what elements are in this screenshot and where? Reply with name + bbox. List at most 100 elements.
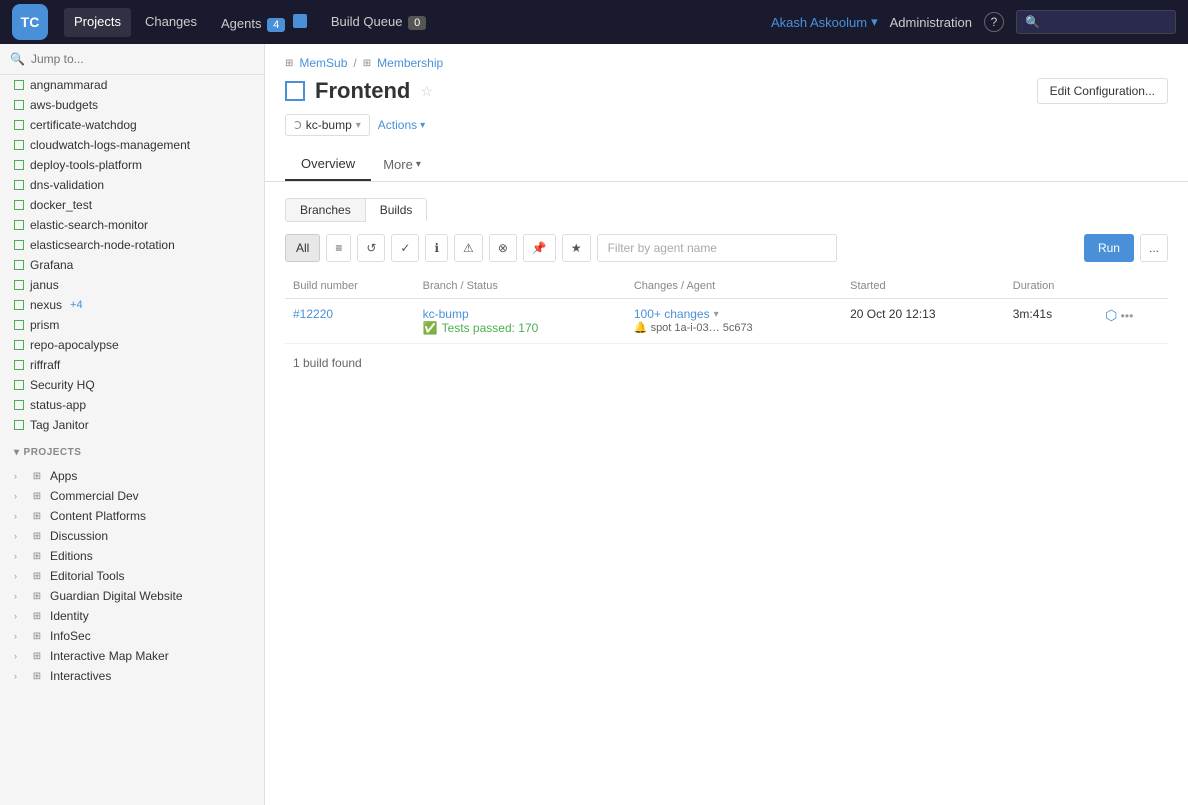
project-item[interactable]: › ⊞ Interactives: [0, 666, 264, 686]
project-item[interactable]: › ⊞ Content Platforms: [0, 506, 264, 526]
sidebar-search-input[interactable]: [31, 52, 254, 66]
sidebar-item[interactable]: repo-apocalypse: [0, 335, 264, 355]
breadcrumb-memsub[interactable]: MemSub: [299, 56, 347, 70]
sidebar-item-label: prism: [30, 318, 59, 332]
chevron-right-icon: ›: [14, 611, 24, 621]
projects-section: ▾ PROJECTS: [0, 435, 264, 466]
branch-icon: Ↄ: [294, 119, 302, 132]
sidebar-item[interactable]: riffraff: [0, 355, 264, 375]
filter-queued-button[interactable]: ≡: [326, 234, 351, 262]
inner-tabs: Branches Builds: [285, 198, 1168, 222]
project-item[interactable]: › ⊞ Guardian Digital Website: [0, 586, 264, 606]
project-item-label: Identity: [50, 609, 89, 623]
sidebar-item[interactable]: nexus +4: [0, 295, 264, 315]
nav-link-changes[interactable]: Changes: [135, 8, 207, 37]
sidebar: 🔍 angnammarad aws-budgets certificate-wa…: [0, 44, 265, 805]
sidebar-item[interactable]: Grafana: [0, 255, 264, 275]
filter-info-button[interactable]: ℹ: [425, 234, 448, 262]
sidebar-item[interactable]: Tag Janitor: [0, 415, 264, 435]
nav-logo[interactable]: TC: [12, 4, 48, 40]
project-grid-icon: ⊞: [30, 611, 44, 622]
project-item[interactable]: › ⊞ Interactive Map Maker: [0, 646, 264, 666]
sidebar-item-label: status-app: [30, 398, 86, 412]
tab-branches[interactable]: Branches: [285, 198, 366, 222]
sidebar-item[interactable]: dns-validation: [0, 175, 264, 195]
nav-user[interactable]: Akash Askoolum ▾: [771, 14, 878, 30]
search-icon: 🔍: [1025, 15, 1040, 29]
check-circle-icon: ✅: [423, 321, 438, 335]
sidebar-item[interactable]: elastic-search-monitor: [0, 215, 264, 235]
sidebar-item[interactable]: Security HQ: [0, 375, 264, 395]
project-item[interactable]: › ⊞ Discussion: [0, 526, 264, 546]
project-item[interactable]: › ⊞ Apps: [0, 466, 264, 486]
tab-more[interactable]: More ▾: [371, 149, 433, 180]
main-content: ⊞ MemSub / ⊞ Membership Frontend ☆ Edit …: [265, 44, 1188, 805]
chevron-down-icon: ▾: [416, 159, 421, 170]
nav-help-icon[interactable]: ?: [984, 12, 1004, 32]
chevron-down-icon: ▾: [871, 14, 878, 30]
col-actions: [1097, 274, 1168, 299]
breadcrumb-membership[interactable]: Membership: [377, 56, 443, 70]
run-button[interactable]: Run: [1084, 234, 1134, 262]
project-square-icon: [285, 81, 305, 101]
project-item[interactable]: › ⊞ Commercial Dev: [0, 486, 264, 506]
sidebar-item[interactable]: angnammarad: [0, 75, 264, 95]
filter-running-button[interactable]: ↺: [357, 234, 385, 262]
item-status-icon: [14, 220, 24, 230]
col-changes-agent: Changes / Agent: [626, 274, 842, 299]
build-number-link[interactable]: #12220: [293, 307, 333, 321]
sidebar-item[interactable]: prism: [0, 315, 264, 335]
row-actions-cell: ⬡ •••: [1097, 299, 1168, 344]
sidebar-item-label: janus: [30, 278, 59, 292]
tab-overview[interactable]: Overview: [285, 148, 371, 181]
project-grid-icon: ⊞: [30, 651, 44, 662]
project-item[interactable]: › ⊞ Identity: [0, 606, 264, 626]
filter-error-button[interactable]: ⊗: [489, 234, 517, 262]
agent-filter-input[interactable]: [597, 234, 837, 262]
filter-pinned-button[interactable]: 📌: [523, 234, 556, 262]
branch-name-link[interactable]: kc-bump: [423, 307, 469, 321]
stack-layers-icon[interactable]: ⬡: [1105, 307, 1117, 323]
actions-dropdown[interactable]: Actions ▾: [378, 118, 425, 132]
nav-link-buildqueue[interactable]: Build Queue 0: [321, 8, 436, 37]
tab-builds[interactable]: Builds: [366, 198, 428, 222]
edit-configuration-button[interactable]: Edit Configuration...: [1037, 78, 1168, 104]
projects-header-label: PROJECTS: [24, 447, 82, 458]
changes-link[interactable]: 100+ changes ▾: [634, 307, 834, 321]
sidebar-item[interactable]: status-app: [0, 395, 264, 415]
sidebar-item-label: cloudwatch-logs-management: [30, 138, 190, 152]
projects-header[interactable]: ▾ PROJECTS: [14, 443, 254, 462]
item-status-icon: [14, 300, 24, 310]
filter-all-button[interactable]: All: [285, 234, 320, 262]
item-status-icon: [14, 360, 24, 370]
nav-search-box[interactable]: 🔍: [1016, 10, 1176, 34]
branch-dropdown[interactable]: Ↄ kc-bump ▾: [285, 114, 370, 136]
duration-cell: 3m:41s: [1005, 299, 1097, 344]
sidebar-item[interactable]: aws-budgets: [0, 95, 264, 115]
sidebar-item[interactable]: certificate-watchdog: [0, 115, 264, 135]
favorite-star-icon[interactable]: ☆: [420, 83, 433, 100]
sidebar-item[interactable]: janus: [0, 275, 264, 295]
project-item[interactable]: › ⊞ Editions: [0, 546, 264, 566]
filter-starred-button[interactable]: ★: [562, 234, 591, 262]
sidebar-item[interactable]: docker_test: [0, 195, 264, 215]
filter-warning-button[interactable]: ⚠: [454, 234, 483, 262]
sidebar-item[interactable]: cloudwatch-logs-management: [0, 135, 264, 155]
duration-time: 3m:41s: [1013, 307, 1052, 321]
nav-link-projects[interactable]: Projects: [64, 8, 131, 37]
chevron-right-icon: ›: [14, 551, 24, 561]
nav-admin[interactable]: Administration: [890, 15, 972, 30]
test-status: ✅ Tests passed: 170: [423, 321, 618, 335]
project-item[interactable]: › ⊞ Editorial Tools: [0, 566, 264, 586]
project-item[interactable]: › ⊞ InfoSec: [0, 626, 264, 646]
nav-link-agents[interactable]: Agents 4: [211, 8, 317, 37]
project-grid-icon: ⊞: [30, 671, 44, 682]
filter-success-button[interactable]: ✓: [391, 234, 419, 262]
sidebar-item-label: Security HQ: [30, 378, 95, 392]
more-options-button[interactable]: ...: [1140, 234, 1168, 262]
main-layout: 🔍 angnammarad aws-budgets certificate-wa…: [0, 44, 1188, 805]
sidebar-item[interactable]: elasticsearch-node-rotation: [0, 235, 264, 255]
nav-search-input[interactable]: [1046, 15, 1166, 29]
row-more-button[interactable]: •••: [1121, 309, 1134, 323]
sidebar-item[interactable]: deploy-tools-platform: [0, 155, 264, 175]
